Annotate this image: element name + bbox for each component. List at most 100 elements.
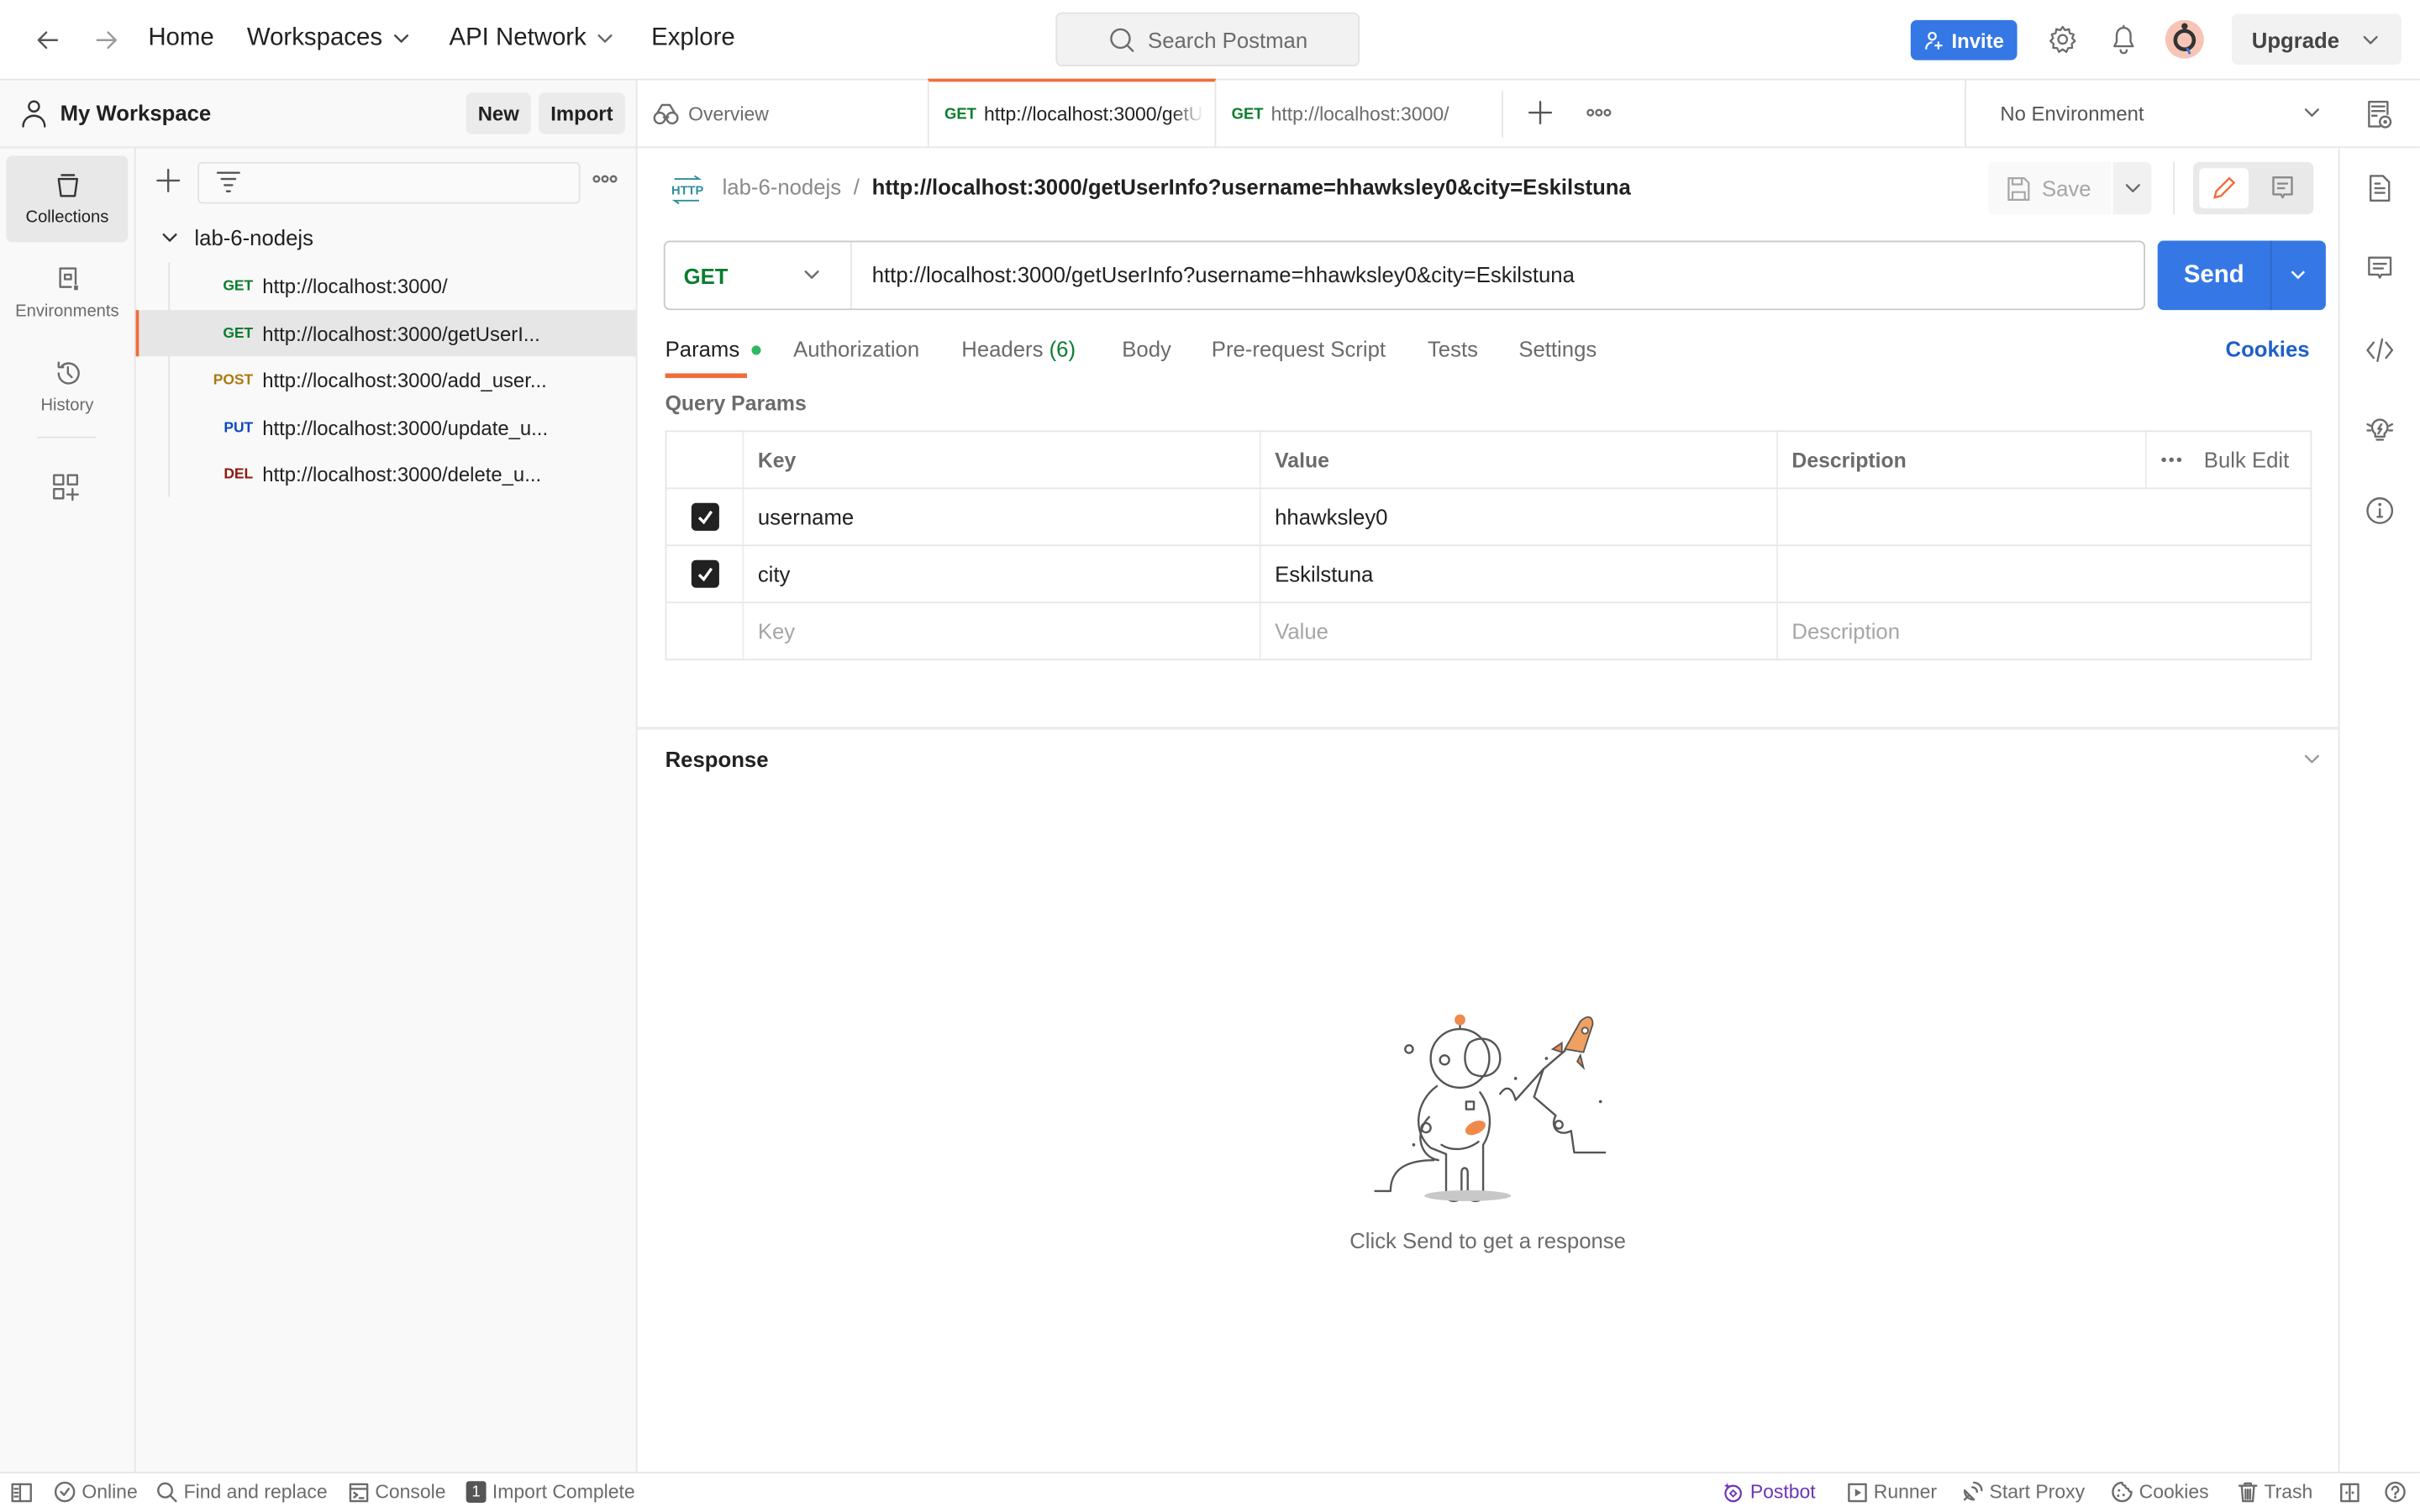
documentation-icon[interactable] [2365,173,2396,204]
request-item[interactable]: DEL http://localhost:3000/delete_u... [136,450,636,496]
runner-label: Runner [1873,1481,1938,1503]
url-input[interactable]: http://localhost:3000/getUserInfo?userna… [872,262,1575,286]
method-select[interactable]: GET [666,242,852,309]
tab-label: Params [665,336,740,361]
import-button[interactable]: Import [539,92,625,134]
breadcrumb-collection[interactable]: lab-6-nodejs [723,175,842,199]
more-options-icon[interactable] [592,175,618,184]
tab-authorization[interactable]: Authorization [793,336,919,360]
tab-params[interactable]: Params [665,336,761,361]
settings-gear-icon[interactable] [2048,24,2077,54]
param-value[interactable]: hhawksley0 [1259,489,1776,545]
environment-quick-look-icon[interactable] [2366,99,2394,130]
tab-body[interactable]: Body [1122,336,1171,360]
chevron-down-icon[interactable] [2289,265,2307,284]
chevron-down-icon[interactable] [2302,750,2321,769]
comments-icon[interactable] [2365,253,2396,284]
runner-button[interactable]: Runner [1848,1481,1938,1503]
table-actions: Bulk Edit [2145,432,2311,488]
more-options-icon[interactable] [2160,457,2182,463]
chevron-down-icon[interactable] [160,228,179,247]
chevron-down-icon[interactable] [2361,31,2380,50]
request-method: DEL [224,465,254,482]
user-avatar[interactable] [2165,19,2204,59]
postbot-button[interactable]: Postbot [1723,1481,1816,1503]
param-description[interactable] [1776,489,2310,545]
nav-api-network[interactable]: API Network [449,24,613,52]
environment-selector[interactable]: No Environment [1965,80,2339,147]
request-name[interactable]: http://localhost:3000/getUserInfo?userna… [872,175,1631,199]
nav-explore-label: Explore [651,24,735,51]
find-replace-button[interactable]: Find and replace [156,1481,328,1503]
add-workbench-icon[interactable] [52,474,80,501]
start-proxy-button[interactable]: Start Proxy [1961,1481,2085,1503]
two-pane-layout-icon[interactable] [2339,1483,2360,1503]
upgrade-button[interactable]: Upgrade [2231,13,2402,66]
trash-button[interactable]: Trash [2238,1481,2312,1503]
edit-mode-button[interactable] [2199,168,2249,208]
empty-checkbox-cell [666,603,742,659]
bulk-edit-button[interactable]: Bulk Edit [2204,448,2289,472]
sidebar-item-history[interactable]: History [6,344,128,431]
tab-get-root[interactable]: GET http://localhost:3000/ [1216,91,1503,138]
tab-get-userinfo[interactable]: GET http://localhost:3000/getUserInfo [927,78,1217,147]
param-description[interactable] [1776,546,2310,602]
new-param-key-input[interactable]: Key [742,603,1259,659]
tab-overview[interactable]: Overview [638,81,928,147]
param-value[interactable]: Eskilstuna [1259,546,1776,602]
more-tabs-icon[interactable] [1586,108,1612,118]
cookie-icon [2112,1481,2133,1503]
cookies-link[interactable]: Cookies [2226,336,2310,360]
back-arrow-icon[interactable] [34,26,61,54]
import-status[interactable]: 1 Import Complete [466,1481,635,1503]
nav-workspaces[interactable]: Workspaces [247,24,410,52]
param-key[interactable]: username [742,489,1259,545]
forward-arrow-icon[interactable] [92,26,120,54]
nav-explore[interactable]: Explore [651,24,735,52]
search-input[interactable]: Search Postman [1055,12,1360,66]
param-key[interactable]: city [742,546,1259,602]
filter-icon [216,171,240,193]
new-button[interactable]: New [466,92,531,134]
query-params-title: Query Params [665,391,807,416]
comment-mode-button[interactable] [2258,168,2307,208]
sidebar-item-environments[interactable]: Environments [6,250,128,337]
tab-settings[interactable]: Settings [1518,336,1597,360]
request-item[interactable]: POST http://localhost:3000/add_user... [136,356,636,402]
lightbulb-icon[interactable] [2365,415,2396,446]
response-header[interactable]: Response [637,727,2338,787]
online-status[interactable]: Online [54,1481,138,1503]
info-icon[interactable] [2365,496,2396,527]
sidebar-item-collections[interactable]: Collections [6,155,129,243]
request-item[interactable]: PUT http://localhost:3000/update_u... [136,404,636,450]
table-row-empty: Key Value Description [666,603,2310,659]
save-options-dropdown[interactable] [2112,161,2152,215]
invite-button[interactable]: Invite [1910,19,2018,60]
active-tab-indicator [665,373,747,378]
nav-home[interactable]: Home [148,24,213,52]
save-button[interactable]: Save [1987,161,2112,215]
new-tab-plus-icon[interactable] [1528,100,1553,125]
request-url: http://localhost:3000/add_user... [262,368,547,391]
help-icon[interactable] [2385,1481,2407,1503]
request-item[interactable]: GET http://localhost:3000/getUserI... [135,310,636,357]
tab-pre-request-script[interactable]: Pre-request Script [1212,336,1386,360]
param-checkbox[interactable] [666,546,742,601]
console-button[interactable]: Console [349,1481,446,1503]
param-checkbox[interactable] [666,489,742,544]
cookies-button[interactable]: Cookies [2112,1481,2209,1503]
collection-item[interactable]: lab-6-nodejs [136,214,636,260]
new-param-value-input[interactable]: Value [1259,603,1776,659]
toggle-sidebar-icon[interactable] [11,1483,33,1503]
code-snippet-icon[interactable] [2365,335,2396,366]
add-collection-plus-icon[interactable] [156,168,181,192]
filter-collections-input[interactable] [197,161,581,204]
astronaut-rocket-illustration [1367,994,1614,1210]
new-param-description-input[interactable]: Description [1776,603,2310,659]
tab-headers[interactable]: Headers (6) [961,336,1076,360]
tab-tests[interactable]: Tests [1428,336,1478,360]
send-button[interactable]: Send [2157,240,2326,311]
tab-label: Body [1122,336,1171,361]
notifications-bell-icon[interactable] [2110,24,2138,55]
request-item[interactable]: GET http://localhost:3000/ [136,262,636,308]
